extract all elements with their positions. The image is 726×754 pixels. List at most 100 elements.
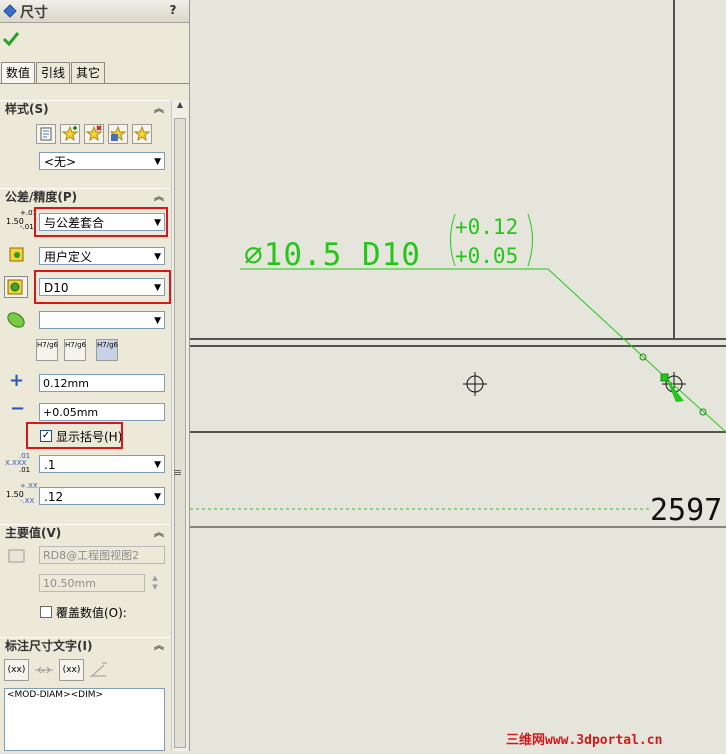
plus-icon: + [9,370,25,391]
dimension-text-section-title: 标注尺寸文字(I) [5,639,93,653]
scroll-grip-icon: ≡ [173,466,183,479]
hole-fit-icon [7,279,23,295]
load-style-button[interactable] [132,124,152,144]
override-value-checkbox[interactable] [40,606,52,618]
tolerance-type-icon: +.01 1.50 -.01 [6,210,37,234]
inspection-dimension-label: (xx) [62,665,81,675]
help-button[interactable]: ? [165,3,181,18]
override-value-label: 覆盖数值(O): [56,606,127,620]
upper-tolerance-value: 0.12mm [43,377,89,390]
dropdown-arrow-icon: ▼ [154,157,161,167]
scroll-up-arrow-icon[interactable]: ▲ [174,100,186,114]
tolerance-precision-select[interactable]: .12 ▼ [39,487,165,505]
svg-text:x: x [41,667,45,675]
hole-fit-button[interactable] [4,276,28,298]
style-select[interactable]: <无> ▼ [39,152,165,170]
add-parentheses-button[interactable]: (xx) [4,659,29,681]
style-section-header[interactable]: 样式(S) ︽ [0,100,170,118]
shaft-fit-icon [7,312,25,328]
tolerance-upper-text[interactable]: +0.12 [455,215,518,239]
save-style-button[interactable] [108,124,128,144]
drawing-svg: ∅10.5 D10 +0.12 +0.05 2597 三维网www.3dport… [190,0,726,748]
upper-tolerance-input[interactable]: 0.12mm [39,374,165,392]
highlight-hole-fit [34,270,171,304]
collapse-icon[interactable]: ︽ [154,189,164,206]
reference-input[interactable]: RD8@工程图视图2 [39,546,165,564]
primary-value-section-header[interactable]: 主要值(V) ︽ [0,524,170,542]
primary-value-input[interactable]: 10.50mm [39,574,145,592]
fit-slash-button[interactable]: H7/g6 [96,339,118,361]
tol-icon-sub: -.01 [20,223,34,231]
fit-slash-label: H7/g6 [97,341,118,349]
collapse-icon[interactable]: ︽ [154,101,164,118]
fit-linear-label: H7/g6 [65,341,86,349]
primary-value-value: 10.50mm [43,577,96,590]
scrollbar-thumb[interactable] [174,118,186,748]
panel-title: 尺寸 [20,5,48,21]
tolerance-bracket-right [527,213,533,267]
tolerance-precision-icon: +.XX 1.50 -.XX [6,482,38,507]
apply-style-button[interactable] [36,124,56,144]
collapse-icon[interactable]: ︽ [154,638,164,655]
center-dimension-icon[interactable]: x [33,661,55,679]
fit-stacked-label: H7/g6 [37,341,58,349]
primary-precision-icon: .01 X.XXX .01 [5,453,35,475]
value-spinner[interactable]: ▲ ▼ [149,574,161,592]
delete-style-button[interactable] [84,124,104,144]
fit-linear-button[interactable]: H7/g6 [64,339,86,361]
ok-checkmark-icon[interactable] [2,31,20,47]
dimension-icon [3,4,17,18]
dimension-leader[interactable] [240,268,726,433]
collapse-icon[interactable]: ︽ [154,525,164,542]
star-plus-icon [61,125,79,142]
offset-text-icon[interactable] [88,661,110,679]
style-section-title: 样式(S) [5,102,49,116]
dimension-text-value: <MOD-DIAM><DIM> [7,690,104,700]
panel-scrollbar[interactable]: ▲ [171,100,188,751]
highlight-show-parentheses [26,422,123,449]
tolerance-section-header[interactable]: 公差/精度(P) ︽ [0,188,170,206]
style-apply-icon [40,127,52,141]
inspection-dimension-button[interactable]: (xx) [59,659,84,681]
lower-tolerance-input[interactable]: +0.05mm [39,403,165,421]
highlight-tolerance-type [34,207,168,237]
tolp-icon-sub: -.XX [20,497,35,505]
shaft-fit-select[interactable]: ▼ [39,311,165,329]
dropdown-arrow-icon: ▼ [154,252,161,262]
add-style-button[interactable] [60,124,80,144]
tab-values[interactable]: 数值 [1,62,35,84]
star-load-icon [133,125,151,142]
tab-divider [0,83,189,84]
tolerance-lower-text[interactable]: +0.05 [455,244,518,268]
dimension-main-text[interactable]: ∅10.5 D10 [244,237,421,273]
tab-other[interactable]: 其它 [71,62,105,83]
reference-value: RD8@工程图视图2 [43,549,140,562]
classification-icon [9,247,24,262]
star-save-icon [109,125,127,142]
style-select-value: <无> [44,155,77,169]
primary-precision-value: .1 [44,458,56,472]
reference-icon [8,549,25,563]
side-dimension-text: 2597 [650,493,722,528]
hole-marker-left[interactable] [463,372,487,396]
add-parentheses-label: (xx) [7,665,26,675]
dropdown-arrow-icon: ▼ [154,492,161,502]
tab-leaders[interactable]: 引线 [36,62,70,83]
dimension-text-area[interactable]: <MOD-DIAM><DIM> [4,688,165,751]
tolerance-precision-value: .12 [44,490,64,504]
panel-titlebar: 尺寸 ? [0,0,189,23]
watermark-text: 三维网www.3dportal.cn [506,732,662,748]
classification-value: 用户定义 [44,250,93,264]
primary-precision-select[interactable]: .1 ▼ [39,455,165,473]
dimension-text-section-header[interactable]: 标注尺寸文字(I) ︽ [0,637,170,655]
dropdown-arrow-icon: ▼ [154,316,161,326]
dropdown-arrow-icon: ▼ [154,460,161,470]
drawing-canvas[interactable]: ∅10.5 D10 +0.12 +0.05 2597 三维网www.3dport… [190,0,726,751]
primary-value-section-title: 主要值(V) [5,526,62,540]
star-delete-icon [85,125,103,142]
tolerance-section-title: 公差/精度(P) [5,190,78,204]
property-manager-panel: 尺寸 ? 数值 引线 其它 样式(S) ︽ <无> ▼ 公差/精度(P) ︽ +… [0,0,190,751]
fit-stacked-button[interactable]: H7/g6 [36,339,58,361]
tolp-icon-sup: +.XX [20,482,38,490]
classification-select[interactable]: 用户定义 ▼ [39,247,165,265]
